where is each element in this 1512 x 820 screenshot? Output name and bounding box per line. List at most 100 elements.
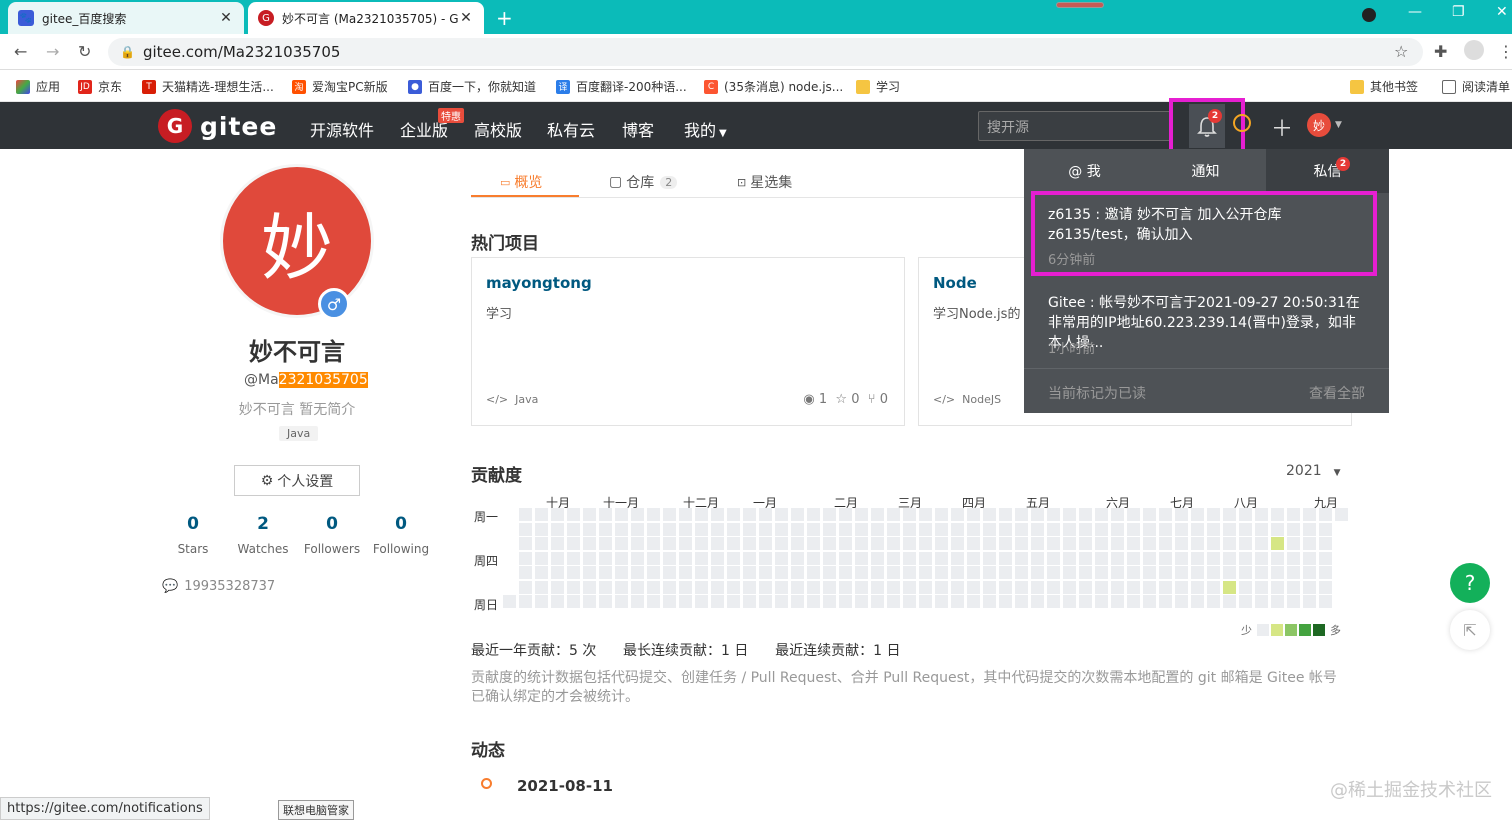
weekday-label: 周四 bbox=[474, 554, 499, 568]
extensions-icon[interactable]: ✚ bbox=[1434, 42, 1447, 61]
plus-icon[interactable]: ＋ bbox=[1271, 111, 1293, 143]
back-icon[interactable]: ← bbox=[14, 42, 27, 61]
heatmap-cell bbox=[1047, 551, 1060, 565]
bookmark-tmall[interactable]: T 天猫精选-理想生活... bbox=[142, 78, 274, 95]
url-input[interactable]: 🔒 gitee.com/Ma2321035705 bbox=[108, 38, 1423, 66]
lightbulb-icon[interactable] bbox=[1233, 114, 1251, 132]
window-close-icon[interactable]: ✕ bbox=[1496, 4, 1508, 20]
nav-open-source[interactable]: 开源软件 bbox=[310, 117, 374, 141]
heatmap-cell bbox=[1191, 595, 1204, 608]
bookmark-folder-study[interactable]: 学习 bbox=[856, 78, 900, 95]
notification-item[interactable]: Gitee : 帐号妙不可言于2021-09-27 20:50:31在非常用的I… bbox=[1048, 293, 1368, 353]
maximize-icon[interactable]: ❐ bbox=[1452, 4, 1465, 20]
bookmark-baidu-translate[interactable]: 译百度翻译-200种语... bbox=[556, 78, 687, 95]
bookmark-apps[interactable]: 应用 bbox=[16, 78, 60, 95]
heatmap-cell bbox=[1015, 537, 1028, 550]
heatmap-cell bbox=[1287, 580, 1300, 594]
translate-icon: 译 bbox=[556, 79, 570, 94]
tab-collections[interactable]: ⊡ 星选集 bbox=[737, 172, 792, 192]
nav-university[interactable]: 高校版 bbox=[474, 117, 522, 141]
heatmap-cell bbox=[695, 537, 708, 550]
stat-followers[interactable]: 0 Followers bbox=[297, 514, 367, 556]
heatmap-cell bbox=[551, 551, 564, 565]
notification-time: 1小时前 bbox=[1048, 342, 1096, 357]
stat-following[interactable]: 0 Following bbox=[366, 514, 436, 556]
forward-icon[interactable]: → bbox=[46, 42, 59, 61]
browser-tab-gitee[interactable]: G 妙不可言 (Ma2321035705) - Gi ✕ bbox=[248, 2, 484, 34]
heatmap-cell bbox=[695, 580, 708, 594]
heatmap-cell bbox=[967, 566, 980, 579]
bookmark-csdn[interactable]: C (35条消息) node.js... bbox=[704, 78, 843, 95]
notif-tab-mentions[interactable]: @ 我 bbox=[1024, 149, 1145, 193]
heatmap-cell bbox=[791, 595, 804, 608]
bookmark-aitaobao[interactable]: 淘爱淘宝PC新版 bbox=[292, 78, 388, 95]
address-bar-row: ← → ↻ 🔒 gitee.com/Ma2321035705 ☆ ✚ ⋮ bbox=[0, 34, 1512, 70]
heatmap-cell bbox=[551, 580, 564, 594]
bookmark-baidu[interactable]: ● 百度一下，你就知道 bbox=[408, 78, 536, 95]
heatmap-cell bbox=[999, 551, 1012, 565]
heatmap-cell bbox=[855, 595, 868, 608]
profile-icon[interactable] bbox=[1464, 40, 1484, 60]
new-tab-button[interactable]: + bbox=[496, 6, 513, 30]
heatmap-cell bbox=[631, 508, 644, 521]
menu-icon[interactable]: ⋮ bbox=[1498, 42, 1512, 61]
browser-tab-baidu[interactable]: 🐾 gitee_百度搜索 ✕ bbox=[8, 2, 244, 34]
reload-icon[interactable]: ↻ bbox=[78, 42, 91, 61]
heatmap-cell bbox=[1287, 551, 1300, 565]
heatmap-cell bbox=[679, 551, 692, 565]
tab-repositories[interactable]: ▢ 仓库 2 bbox=[609, 172, 678, 192]
close-icon[interactable]: ✕ bbox=[218, 10, 234, 26]
avatar[interactable]: 妙 bbox=[1307, 113, 1331, 137]
heatmap-cell bbox=[695, 595, 708, 608]
notif-tab-notifications[interactable]: 通知 bbox=[1145, 149, 1266, 193]
bookmark-jd[interactable]: JD 京东 bbox=[78, 78, 122, 95]
heatmap-cell bbox=[727, 508, 740, 521]
view-all-link[interactable]: 查看全部 bbox=[1309, 383, 1365, 403]
heatmap-cell bbox=[759, 551, 772, 565]
gitee-logo[interactable]: G gitee bbox=[158, 109, 277, 143]
project-card-mayongtong[interactable]: mayongtong 学习 </> Java ◉ 1 ☆ 0 ⑂ 0 bbox=[471, 257, 905, 426]
stat-stars[interactable]: 0 Stars bbox=[158, 514, 228, 556]
chevron-down-icon[interactable]: ▼ bbox=[1335, 120, 1342, 130]
heatmap-cell bbox=[775, 595, 788, 608]
heatmap-cell bbox=[551, 522, 564, 536]
bookmark-star-icon[interactable]: ☆ bbox=[1394, 42, 1408, 61]
tab-overview[interactable]: ▭ 概览 bbox=[500, 172, 542, 192]
bookmark-reading-list[interactable]: 阅读清单 bbox=[1442, 78, 1510, 95]
heatmap-cell bbox=[567, 522, 580, 536]
heatmap-cell bbox=[1111, 566, 1124, 579]
project-name[interactable]: Node bbox=[933, 274, 977, 292]
bookmark-other[interactable]: 其他书签 bbox=[1350, 78, 1418, 95]
heatmap-cell bbox=[967, 551, 980, 565]
project-name[interactable]: mayongtong bbox=[486, 274, 592, 292]
heatmap-cell bbox=[727, 522, 740, 536]
heatmap-cell bbox=[1127, 566, 1140, 579]
year-select[interactable]: 2021 ▼ bbox=[1286, 463, 1341, 479]
profile-tag[interactable]: Java bbox=[279, 426, 319, 441]
nav-mine[interactable]: 我的 ▼ bbox=[684, 117, 727, 141]
stat-watches[interactable]: 2 Watches bbox=[228, 514, 298, 556]
nav-private-cloud[interactable]: 私有云 bbox=[547, 117, 595, 141]
heatmap-cell bbox=[631, 522, 644, 536]
tab-search-handle[interactable] bbox=[1056, 2, 1104, 8]
heatmap-cell bbox=[999, 537, 1012, 550]
mark-read-link[interactable]: 当前标记为已读 bbox=[1048, 383, 1146, 403]
profile-avatar: 妙 bbox=[220, 164, 374, 318]
search-input[interactable]: 搜开源 bbox=[978, 111, 1172, 141]
heatmap-cell bbox=[583, 508, 596, 521]
star-icon: ☆ bbox=[835, 392, 848, 407]
nav-blog[interactable]: 博客 bbox=[622, 117, 654, 141]
close-icon[interactable]: ✕ bbox=[458, 10, 474, 26]
heatmap-cell bbox=[551, 508, 564, 521]
personal-settings-button[interactable]: ⚙ 个人设置 bbox=[234, 465, 360, 496]
heatmap-cell bbox=[583, 522, 596, 536]
heatmap-cell bbox=[1079, 537, 1092, 550]
tab-dropdown-icon[interactable] bbox=[1362, 8, 1376, 22]
heatmap-cell bbox=[519, 580, 532, 594]
notif-tab-messages[interactable]: 私信 bbox=[1266, 149, 1389, 193]
help-button[interactable]: ? bbox=[1450, 563, 1490, 603]
pc-manager-badge[interactable]: 联想电脑管家 bbox=[278, 800, 354, 820]
heatmap-cell bbox=[663, 566, 676, 579]
share-icon[interactable]: ⇱ bbox=[1450, 610, 1490, 650]
minimize-icon[interactable]: — bbox=[1408, 4, 1422, 20]
